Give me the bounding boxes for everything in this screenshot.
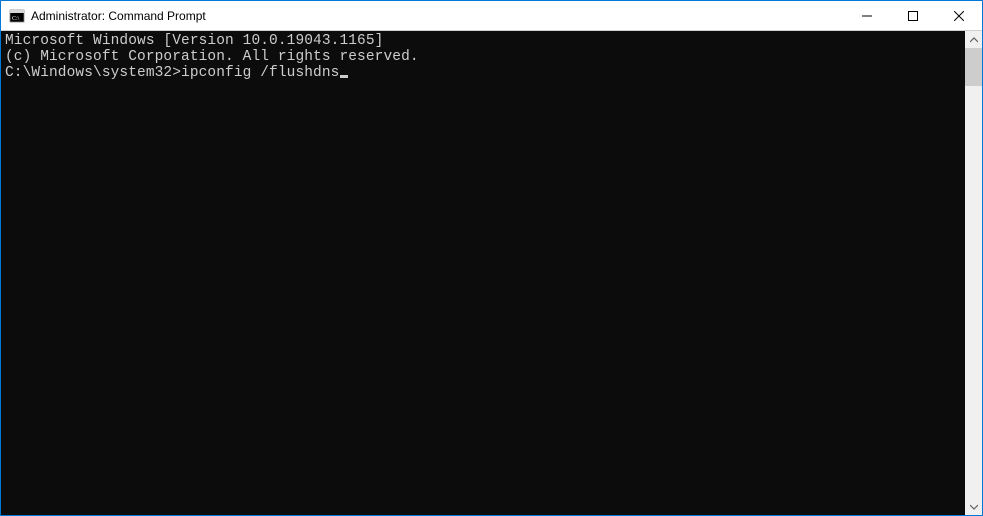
- maximize-icon: [908, 11, 918, 21]
- close-button[interactable]: [936, 1, 982, 30]
- prompt-text: C:\Windows\system32>: [5, 65, 181, 81]
- window-controls: [844, 1, 982, 30]
- vertical-scrollbar[interactable]: [965, 31, 982, 515]
- chevron-up-icon: [970, 36, 978, 44]
- app-icon: C:\: [9, 8, 25, 24]
- svg-text:C:\: C:\: [12, 16, 20, 22]
- command-text: ipconfig /flushdns: [181, 65, 339, 81]
- content-area: Microsoft Windows [Version 10.0.19043.11…: [1, 31, 982, 515]
- terminal-output[interactable]: Microsoft Windows [Version 10.0.19043.11…: [1, 31, 965, 515]
- copyright-line: (c) Microsoft Corporation. All rights re…: [5, 49, 961, 65]
- titlebar[interactable]: C:\ Administrator: Command Prompt: [1, 1, 982, 31]
- scrollbar-track[interactable]: [965, 48, 982, 498]
- command-prompt-window: C:\ Administrator: Command Prompt: [0, 0, 983, 516]
- chevron-down-icon: [970, 503, 978, 511]
- close-icon: [954, 11, 964, 21]
- minimize-icon: [862, 11, 872, 21]
- scroll-up-button[interactable]: [965, 31, 982, 48]
- maximize-button[interactable]: [890, 1, 936, 30]
- version-line: Microsoft Windows [Version 10.0.19043.11…: [5, 33, 961, 49]
- scrollbar-thumb[interactable]: [965, 48, 982, 86]
- window-title: Administrator: Command Prompt: [31, 9, 844, 23]
- minimize-button[interactable]: [844, 1, 890, 30]
- scroll-down-button[interactable]: [965, 498, 982, 515]
- text-cursor: [340, 75, 348, 78]
- prompt-line: C:\Windows\system32>ipconfig /flushdns: [5, 65, 961, 81]
